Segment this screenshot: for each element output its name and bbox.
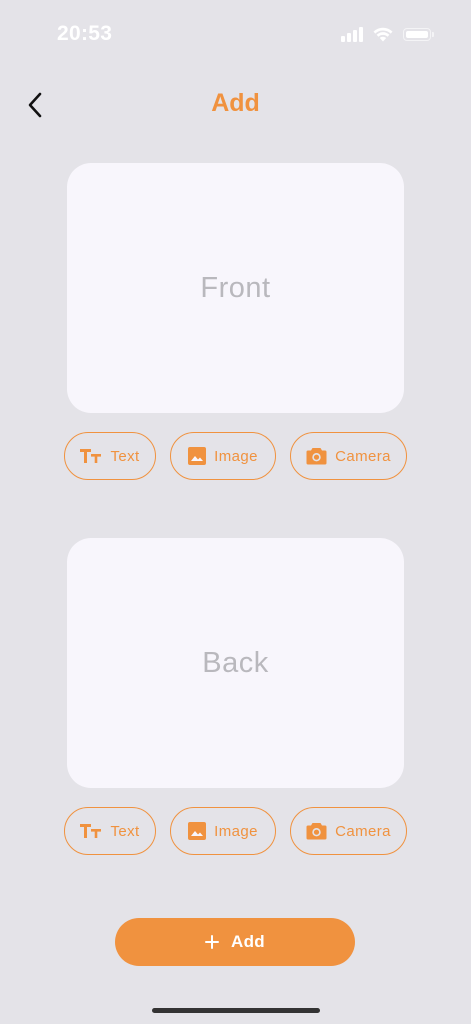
- image-icon: [188, 447, 207, 465]
- front-text-button[interactable]: Text: [64, 432, 156, 480]
- front-camera-label: Camera: [335, 447, 391, 465]
- back-card-placeholder: Back: [202, 646, 269, 679]
- front-actions: Text Image Camera: [0, 432, 471, 480]
- camera-icon: [306, 447, 327, 465]
- status-icons: [341, 26, 434, 42]
- back-actions: Text Image Camera: [0, 807, 471, 855]
- front-image-label: Image: [214, 447, 258, 465]
- signal-icon: [341, 26, 363, 42]
- front-card[interactable]: Front: [67, 163, 404, 413]
- image-icon: [188, 822, 207, 840]
- plus-icon: [205, 935, 220, 949]
- front-image-button[interactable]: Image: [170, 432, 276, 480]
- back-text-label: Text: [110, 822, 140, 840]
- wifi-icon: [373, 27, 393, 41]
- text-format-icon: [80, 823, 102, 839]
- back-card[interactable]: Back: [67, 538, 404, 788]
- back-image-button[interactable]: Image: [170, 807, 276, 855]
- status-bar: 20:53: [0, 0, 471, 70]
- status-time: 20:53: [57, 22, 113, 45]
- camera-icon: [306, 822, 327, 840]
- back-text-button[interactable]: Text: [64, 807, 156, 855]
- add-button[interactable]: Add: [115, 918, 355, 966]
- back-image-label: Image: [214, 822, 258, 840]
- front-card-placeholder: Front: [200, 271, 271, 304]
- home-indicator: [152, 1008, 320, 1013]
- back-camera-label: Camera: [335, 822, 391, 840]
- battery-icon: [403, 27, 434, 41]
- back-camera-button[interactable]: Camera: [290, 807, 407, 855]
- front-text-label: Text: [110, 447, 140, 465]
- add-button-label: Add: [231, 932, 265, 951]
- front-camera-button[interactable]: Camera: [290, 432, 407, 480]
- text-format-icon: [80, 448, 102, 464]
- page-title: Add: [211, 89, 260, 117]
